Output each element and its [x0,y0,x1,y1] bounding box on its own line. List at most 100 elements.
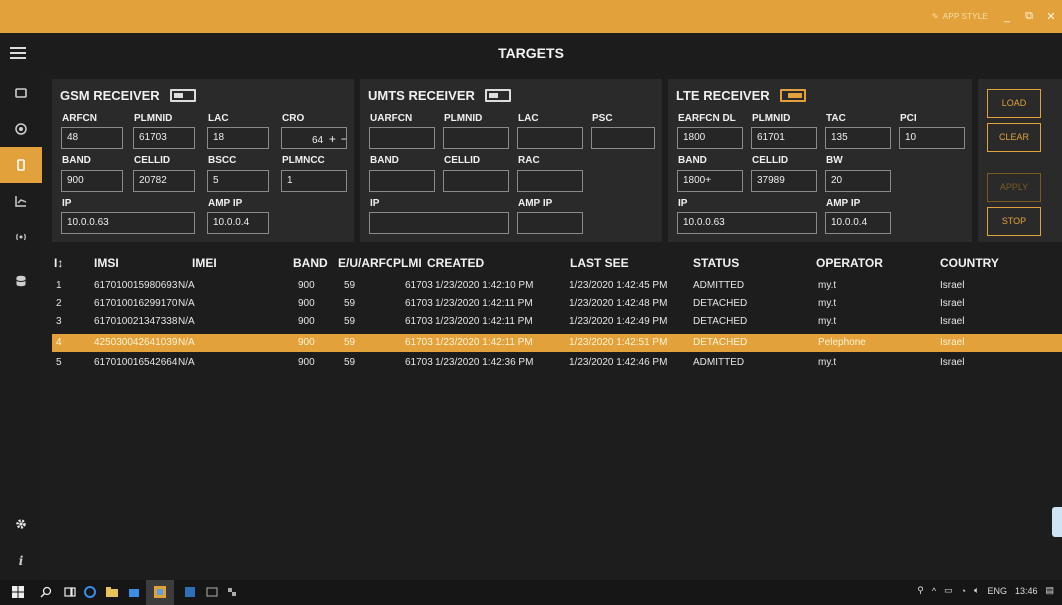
lte-receiver-panel: LTE RECEIVER EARFCN DL 1800 PLMNID 61701… [668,79,972,242]
umts-cellid-field[interactable] [443,170,509,192]
app-icon[interactable] [184,586,196,598]
increment-icon[interactable]: + [329,132,336,146]
close-button[interactable]: ✕ [1040,10,1062,23]
apply-button[interactable]: APPLY [987,173,1041,202]
amp-ip-label: AMP IP [208,198,243,209]
windows-start-icon[interactable] [12,586,24,598]
app-style-label: APP STYLE [942,12,988,21]
lte-cellid-field[interactable]: 37989 [751,170,817,192]
col-created[interactable]: CREATED [427,256,484,270]
lac-label: LAC [208,113,229,124]
gsm-band-field[interactable]: 900 [61,170,123,192]
clear-button[interactable]: CLEAR [987,123,1041,152]
plmnid-label: PLMNID [444,113,483,124]
notifications-icon[interactable]: ▤ [1045,585,1054,596]
last-seen-cell: 1/23/2020 1:42:51 PM [569,337,668,348]
lte-plmnid-field[interactable]: 61701 [751,127,817,149]
lte-band-field[interactable]: 1800+ [677,170,743,192]
amp-ip-label: AMP IP [518,198,553,209]
people-icon[interactable]: ⚲ [917,585,924,596]
side-widget-tab[interactable] [1052,507,1062,537]
app-style-button[interactable]: ✎ APP STYLE [924,0,996,33]
col-band[interactable]: BAND [293,256,328,270]
table-row-selected[interactable]: 4 425030042641039 N/A 900 59 61703 1/23/… [52,334,1062,352]
umts-uarfcn-field[interactable] [369,127,435,149]
gsm-lac-field[interactable]: 18 [207,127,269,149]
created-cell: 1/23/2020 1:42:10 PM [435,280,534,291]
umts-psc-field[interactable] [591,127,655,149]
umts-lac-field[interactable] [517,127,583,149]
umts-ip-field[interactable] [369,212,509,234]
language-indicator[interactable]: ENG [987,586,1007,596]
volume-icon[interactable]: 🔈︎ [974,585,979,596]
gsm-amp-ip-field[interactable]: 10.0.0.4 [207,212,269,234]
gsm-receiver-toggle[interactable] [169,89,196,102]
col-imsi[interactable]: IMSI [94,256,119,270]
app-icon[interactable] [226,586,238,598]
lte-ip-field[interactable]: 10.0.0.63 [677,212,817,234]
file-explorer-icon[interactable] [106,586,118,598]
chart-icon[interactable] [0,183,42,219]
lte-receiver-toggle[interactable] [779,89,806,102]
country-cell: Israel [940,298,965,309]
lte-pci-field[interactable]: 10 [899,127,965,149]
window-icon[interactable] [0,75,42,111]
country-cell: Israel [940,316,965,327]
umts-amp-ip-field[interactable] [517,212,583,234]
target-icon[interactable] [0,111,42,147]
load-button[interactable]: LOAD [987,89,1041,118]
plmn-cell: 61703 [405,280,433,291]
ip-label: IP [62,198,72,209]
app-icon[interactable] [154,586,166,598]
umts-plmnid-field[interactable] [443,127,509,149]
bscc-label: BSCC [208,155,237,166]
gsm-cro-stepper[interactable]: 64 + − [281,127,347,149]
col-imei[interactable]: IMEI [192,256,217,270]
restore-button[interactable]: ⧉ [1018,10,1040,23]
stop-button[interactable]: STOP [987,207,1041,236]
row-number: 2 [56,298,62,309]
decrement-icon[interactable]: − [341,132,346,146]
lte-tac-field[interactable]: 135 [825,127,891,149]
chevron-up-icon[interactable]: ^ [932,586,936,596]
gsm-bscc-field[interactable]: 5 [207,170,269,192]
app-icon[interactable] [206,586,218,598]
search-icon[interactable] [40,586,52,598]
task-view-icon[interactable] [64,586,76,598]
col-earfcn[interactable]: E/U/ARFC [338,256,392,270]
edge-browser-icon[interactable] [84,586,96,598]
phone-icon[interactable] [0,147,42,183]
table-row[interactable]: 3 617010021347338 N/A 900 59 61703 1/23/… [52,313,1062,331]
store-icon[interactable] [128,586,140,598]
col-last-seen[interactable]: LAST SEE [570,256,629,270]
table-row[interactable]: 2 617010016299170 N/A 900 59 61703 1/23/… [52,295,1062,313]
col-status[interactable]: STATUS [693,256,739,270]
database-icon[interactable] [0,263,42,299]
gsm-plmnid-field[interactable]: 61703 [133,127,195,149]
table-row[interactable]: 5 617010016542664 N/A 900 59 61703 1/23/… [52,354,1062,372]
clock[interactable]: 13:46 [1015,586,1038,596]
umts-receiver-title: UMTS RECEIVER [368,88,475,103]
sort-icon[interactable]: I↕ [54,256,63,270]
info-icon[interactable]: i [0,543,42,579]
table-row[interactable]: 1 617010015980693 N/A 900 59 61703 1/23/… [52,277,1062,295]
gsm-plmncc-field[interactable]: 1 [281,170,347,192]
umts-receiver-toggle[interactable] [484,89,511,102]
palette-icon: ✎ [931,12,939,21]
minimize-button[interactable]: _ [996,11,1018,23]
col-plmn[interactable]: PLMI [393,256,423,270]
umts-rac-field[interactable] [517,170,583,192]
settings-icon[interactable] [0,506,42,542]
lte-earfcn-field[interactable]: 1800 [677,127,743,149]
gsm-cellid-field[interactable]: 20782 [133,170,195,192]
gsm-arfcn-field[interactable]: 48 [61,127,123,149]
lte-amp-ip-field[interactable]: 10.0.0.4 [825,212,891,234]
umts-band-field[interactable] [369,170,435,192]
antenna-icon[interactable] [0,219,42,255]
lte-bw-field[interactable]: 20 [825,170,891,192]
battery-icon[interactable]: ▭ [944,585,953,596]
wifi-icon[interactable]: ◔ [961,586,966,596]
col-country[interactable]: COUNTRY [940,256,999,270]
gsm-ip-field[interactable]: 10.0.0.63 [61,212,195,234]
col-operator[interactable]: OPERATOR [816,256,883,270]
